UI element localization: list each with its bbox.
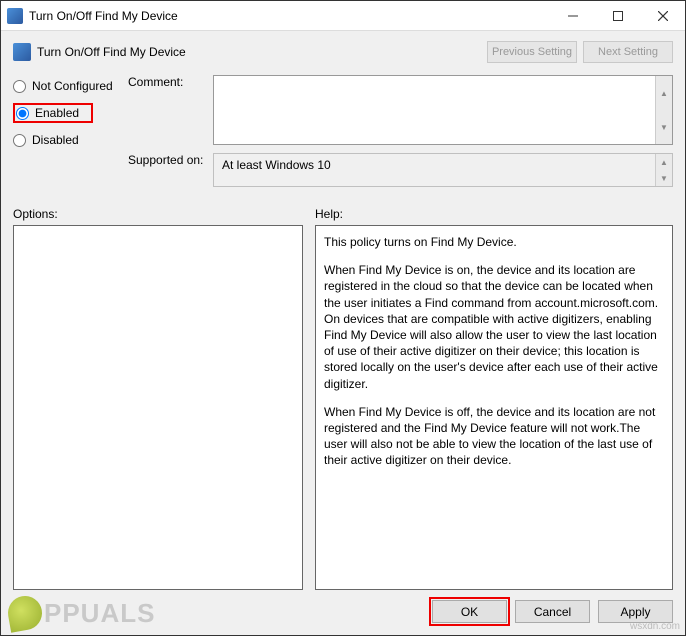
help-label: Help:: [315, 207, 673, 221]
previous-setting-button[interactable]: Previous Setting: [487, 41, 577, 63]
apply-button[interactable]: Apply: [598, 600, 673, 623]
comment-field[interactable]: [214, 76, 655, 144]
help-paragraph-1: This policy turns on Find My Device.: [324, 234, 664, 250]
window-title: Turn On/Off Find My Device: [29, 9, 550, 23]
radio-disabled-input[interactable]: [13, 134, 26, 147]
supported-field-wrap: At least Windows 10 ▲ ▼: [213, 153, 673, 187]
help-paragraph-2: When Find My Device is on, the device an…: [324, 262, 664, 392]
maximize-button[interactable]: [595, 1, 640, 31]
app-icon: [7, 8, 23, 24]
comment-label: Comment:: [128, 75, 213, 89]
options-label: Options:: [13, 207, 303, 221]
help-panel[interactable]: This policy turns on Find My Device. Whe…: [315, 225, 673, 590]
policy-icon: [13, 43, 31, 61]
minimize-button[interactable]: [550, 1, 595, 31]
radio-disabled-label: Disabled: [32, 133, 79, 147]
comment-scroll-down[interactable]: ▼: [655, 110, 672, 144]
comment-field-wrap: ▲ ▼: [213, 75, 673, 145]
radio-not-configured-label: Not Configured: [32, 79, 113, 93]
close-button[interactable]: [640, 1, 685, 31]
policy-dialog-window: Turn On/Off Find My Device Turn On/Off F…: [0, 0, 686, 636]
radio-not-configured-input[interactable]: [13, 80, 26, 93]
supported-label: Supported on:: [128, 153, 213, 167]
radio-disabled[interactable]: Disabled: [13, 133, 128, 147]
supported-field: At least Windows 10: [214, 154, 655, 186]
radio-enabled[interactable]: Enabled: [13, 103, 93, 123]
supported-scroll-up[interactable]: ▲: [655, 154, 672, 170]
titlebar: Turn On/Off Find My Device: [1, 1, 685, 31]
policy-title: Turn On/Off Find My Device: [37, 45, 487, 59]
radio-enabled-label: Enabled: [35, 106, 79, 120]
cancel-button[interactable]: Cancel: [515, 600, 590, 623]
radio-enabled-input[interactable]: [16, 107, 29, 120]
comment-scroll-up[interactable]: ▲: [655, 76, 672, 110]
ok-button[interactable]: OK: [432, 600, 507, 623]
radio-not-configured[interactable]: Not Configured: [13, 79, 128, 93]
state-radio-group: Not Configured Enabled Disabled: [13, 75, 128, 147]
help-paragraph-3: When Find My Device is off, the device a…: [324, 404, 664, 469]
next-setting-button[interactable]: Next Setting: [583, 41, 673, 63]
options-panel[interactable]: [13, 225, 303, 590]
supported-scroll-down[interactable]: ▼: [655, 170, 672, 186]
